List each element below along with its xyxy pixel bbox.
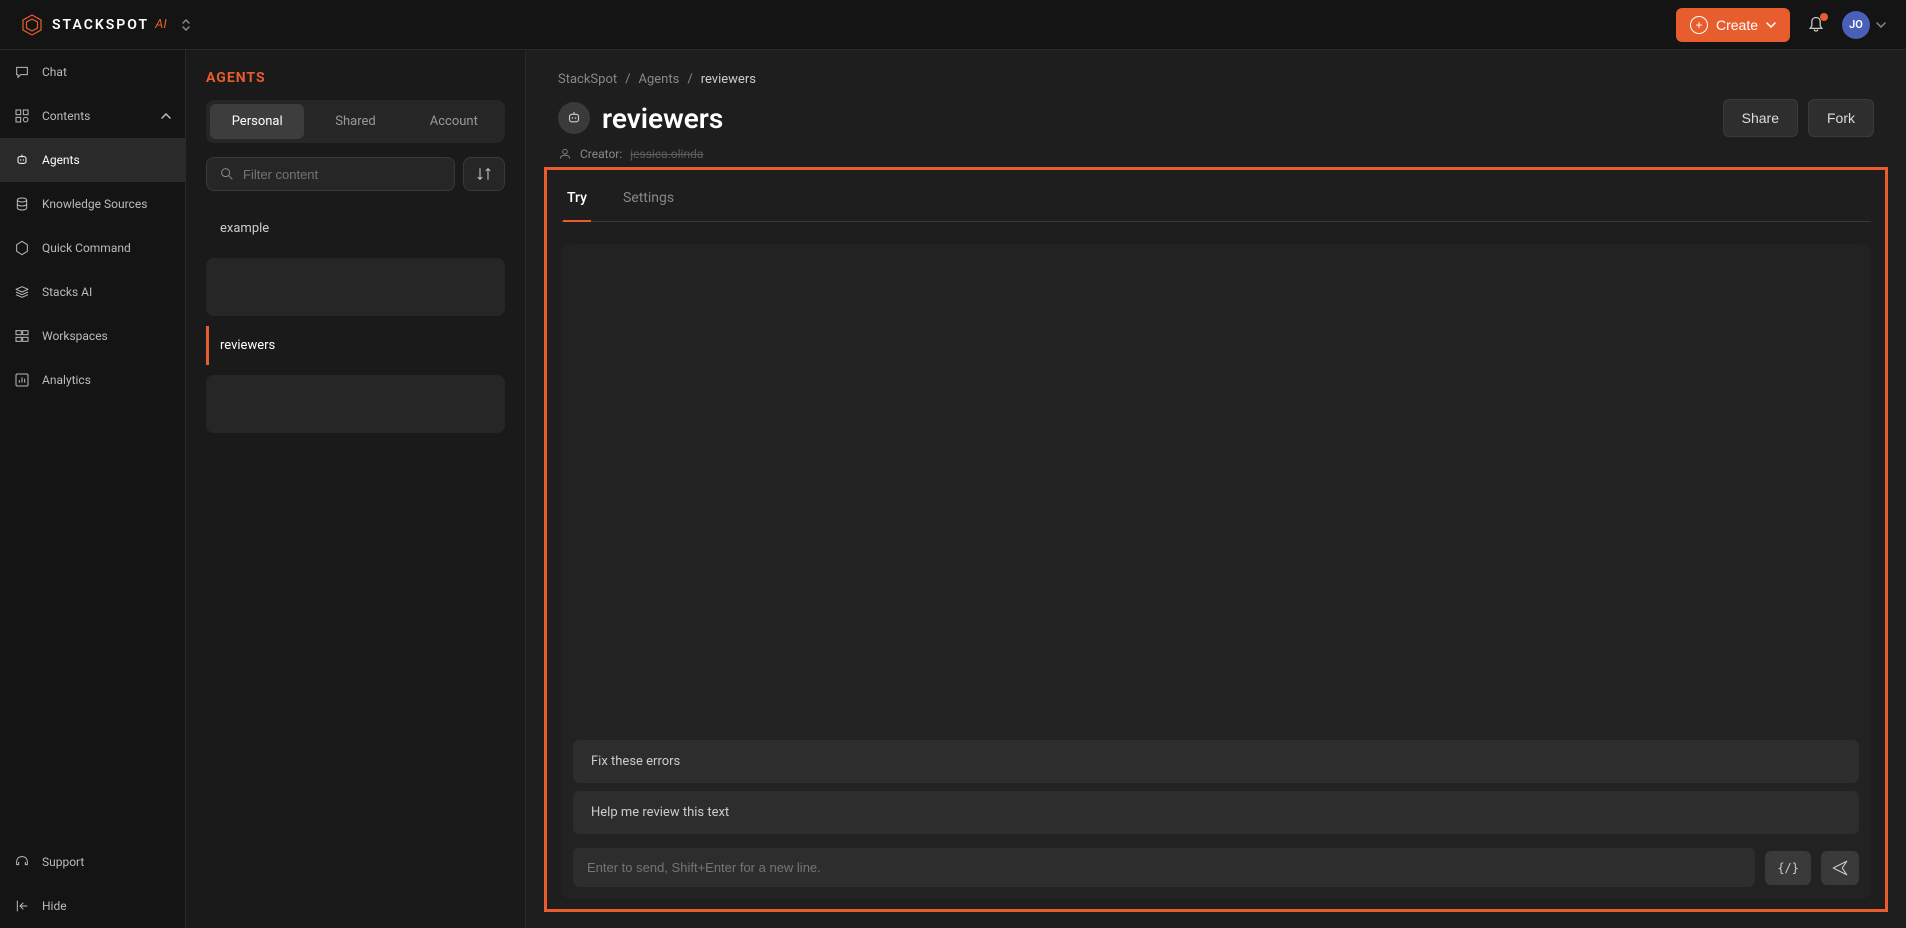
nav-label: Analytics	[42, 373, 91, 387]
chat-input-container[interactable]	[573, 848, 1755, 887]
notifications-button[interactable]	[1806, 15, 1826, 35]
nav-workspaces[interactable]: Workspaces	[0, 314, 185, 358]
content-list: example reviewers	[206, 209, 505, 433]
nav-label: Support	[42, 855, 84, 869]
plus-circle-icon: +	[1690, 16, 1708, 34]
tab-settings[interactable]: Settings	[619, 176, 678, 222]
user-icon	[558, 147, 572, 161]
nav-chat[interactable]: Chat	[0, 50, 185, 94]
chat-messages	[573, 256, 1859, 740]
suggestion-review-text[interactable]: Help me review this text	[573, 791, 1859, 834]
crumb-sep: /	[687, 72, 692, 87]
nav-label: Chat	[42, 65, 67, 79]
create-button[interactable]: + Create	[1676, 8, 1790, 42]
nav-label: Contents	[42, 109, 90, 123]
chat-input[interactable]	[587, 860, 1741, 875]
nav-knowledge-sources[interactable]: Knowledge Sources	[0, 182, 185, 226]
highlighted-region: Try Settings Fix these errors Help me re…	[544, 167, 1888, 912]
suggestion-fix-errors[interactable]: Fix these errors	[573, 740, 1859, 783]
quick-command-icon	[14, 240, 30, 256]
page-title: reviewers	[602, 102, 723, 135]
filter-input[interactable]	[243, 167, 442, 182]
chevron-down-icon	[1876, 22, 1886, 28]
nav-contents[interactable]: Contents	[0, 94, 185, 138]
search-icon	[219, 166, 235, 182]
filter-input-container[interactable]	[206, 157, 455, 191]
panel-title: AGENTS	[206, 70, 505, 86]
scope-tabs: Personal Shared Account	[206, 100, 505, 143]
stackspot-logo-icon	[20, 13, 44, 37]
nav-label: Stacks AI	[42, 285, 92, 299]
creator-row: Creator: jessica.olinda	[558, 147, 1874, 161]
tab-try[interactable]: Try	[563, 176, 591, 222]
nav-label: Agents	[42, 153, 80, 167]
chat-area: Fix these errors Help me review this tex…	[561, 244, 1871, 899]
crumb-current: reviewers	[701, 72, 756, 87]
context-selector-icon[interactable]	[181, 18, 191, 32]
brand-suffix: AI	[155, 17, 167, 32]
tab-account[interactable]: Account	[407, 104, 501, 139]
avatar: JO	[1842, 11, 1870, 39]
agents-icon	[14, 152, 30, 168]
nav-label: Workspaces	[42, 329, 108, 343]
tab-shared[interactable]: Shared	[308, 104, 402, 139]
brand-text: STACKSPOT	[52, 17, 149, 33]
sort-button[interactable]	[463, 157, 505, 191]
analytics-icon	[14, 372, 30, 388]
main-content: StackSpot / Agents / reviewers reviewers…	[526, 50, 1906, 928]
crumb-root[interactable]: StackSpot	[558, 72, 617, 87]
notification-badge	[1820, 13, 1828, 21]
chevron-down-icon	[1766, 22, 1776, 28]
filter-row	[206, 157, 505, 191]
support-icon	[14, 854, 30, 870]
chevron-up-icon	[161, 113, 171, 119]
nav-stacks-ai[interactable]: Stacks AI	[0, 270, 185, 314]
nav-label: Knowledge Sources	[42, 197, 147, 211]
tab-personal[interactable]: Personal	[210, 104, 304, 139]
send-button[interactable]	[1821, 851, 1859, 885]
primary-sidebar: Chat Contents Agents Knowledge Sources	[0, 50, 186, 928]
nav-label: Hide	[42, 899, 67, 913]
nav-analytics[interactable]: Analytics	[0, 358, 185, 402]
send-icon	[1831, 859, 1849, 877]
nav-agents[interactable]: Agents	[0, 138, 185, 182]
share-button[interactable]: Share	[1723, 99, 1798, 137]
page-header: reviewers Share Fork	[558, 99, 1874, 137]
stacks-icon	[14, 284, 30, 300]
creator-label: Creator:	[580, 147, 622, 161]
crumb-sep: /	[625, 72, 630, 87]
header-left: STACKSPOT AI	[20, 13, 191, 37]
chat-input-row: {/}	[573, 848, 1859, 887]
nav-support[interactable]: Support	[0, 840, 185, 884]
contents-icon	[14, 108, 30, 124]
agent-icon	[558, 102, 590, 134]
knowledge-icon	[14, 196, 30, 212]
fork-button[interactable]: Fork	[1808, 99, 1874, 137]
nav-quick-command[interactable]: Quick Command	[0, 226, 185, 270]
nav-hide[interactable]: Hide	[0, 884, 185, 928]
creator-name: jessica.olinda	[630, 147, 703, 161]
list-item-selected[interactable]: reviewers	[206, 326, 505, 365]
chat-icon	[14, 64, 30, 80]
crumb-section[interactable]: Agents	[639, 72, 680, 87]
list-item[interactable]: example	[206, 209, 505, 248]
workspaces-icon	[14, 328, 30, 344]
header-right: + Create JO	[1676, 8, 1886, 42]
sort-icon	[476, 166, 492, 182]
nav-label: Quick Command	[42, 241, 131, 255]
list-item[interactable]	[206, 258, 505, 316]
tabs-row: Try Settings	[561, 176, 1871, 222]
create-label: Create	[1716, 17, 1758, 33]
collapse-icon	[14, 898, 30, 914]
list-item[interactable]	[206, 375, 505, 433]
code-block-button[interactable]: {/}	[1765, 851, 1811, 885]
breadcrumb: StackSpot / Agents / reviewers	[558, 72, 1874, 87]
secondary-panel: AGENTS Personal Shared Account example r…	[186, 50, 526, 928]
user-menu[interactable]: JO	[1842, 11, 1886, 39]
app-header: STACKSPOT AI + Create JO	[0, 0, 1906, 50]
